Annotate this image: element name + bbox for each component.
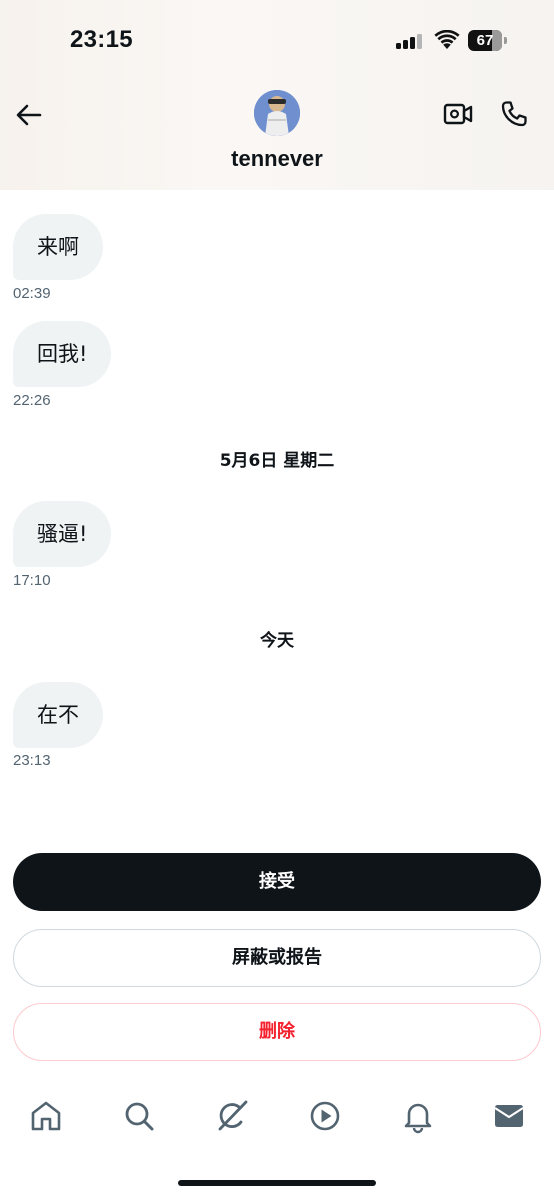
message-timestamp: 17:10 [13,572,51,589]
battery-icon: 67 [468,30,508,51]
message-timestamp: 02:39 [13,285,51,302]
search-icon[interactable] [121,1098,157,1134]
message-bubble[interactable]: 回我! [13,321,112,387]
message-timestamp: 22:26 [13,392,51,409]
avatar[interactable] [254,90,300,136]
video-camera-icon[interactable] [442,98,474,130]
accept-button[interactable]: 接受 [13,853,541,911]
home-indicator [178,1180,376,1186]
message-bubble[interactable]: 骚逼! [13,501,112,567]
battery-level: 67 [476,32,494,49]
date-separator: 5月6日 星期二 [219,451,335,471]
notifications-bell-icon[interactable] [400,1098,436,1134]
messages-envelope-icon[interactable] [491,1098,527,1134]
phone-icon[interactable] [498,98,530,130]
status-bar: 23:15 67 [0,0,554,84]
wifi-icon [434,30,460,49]
arrow-left-icon[interactable] [14,100,44,130]
video-play-icon[interactable] [307,1098,343,1134]
message-timestamp: 23:13 [13,752,51,769]
home-icon[interactable] [28,1098,64,1134]
message-bubble[interactable]: 在不 [13,682,103,748]
avatar-image [254,90,300,136]
block-or-report-button[interactable]: 屏蔽或报告 [13,929,541,987]
date-separator: 今天 [260,631,294,651]
status-time: 23:15 [70,26,133,53]
message-bubble[interactable]: 来啊 [13,214,103,280]
cellular-signal-icon [396,33,424,49]
grok-icon[interactable] [214,1098,250,1134]
delete-button[interactable]: 删除 [13,1003,541,1061]
conversation-username[interactable]: tennever [0,146,554,172]
